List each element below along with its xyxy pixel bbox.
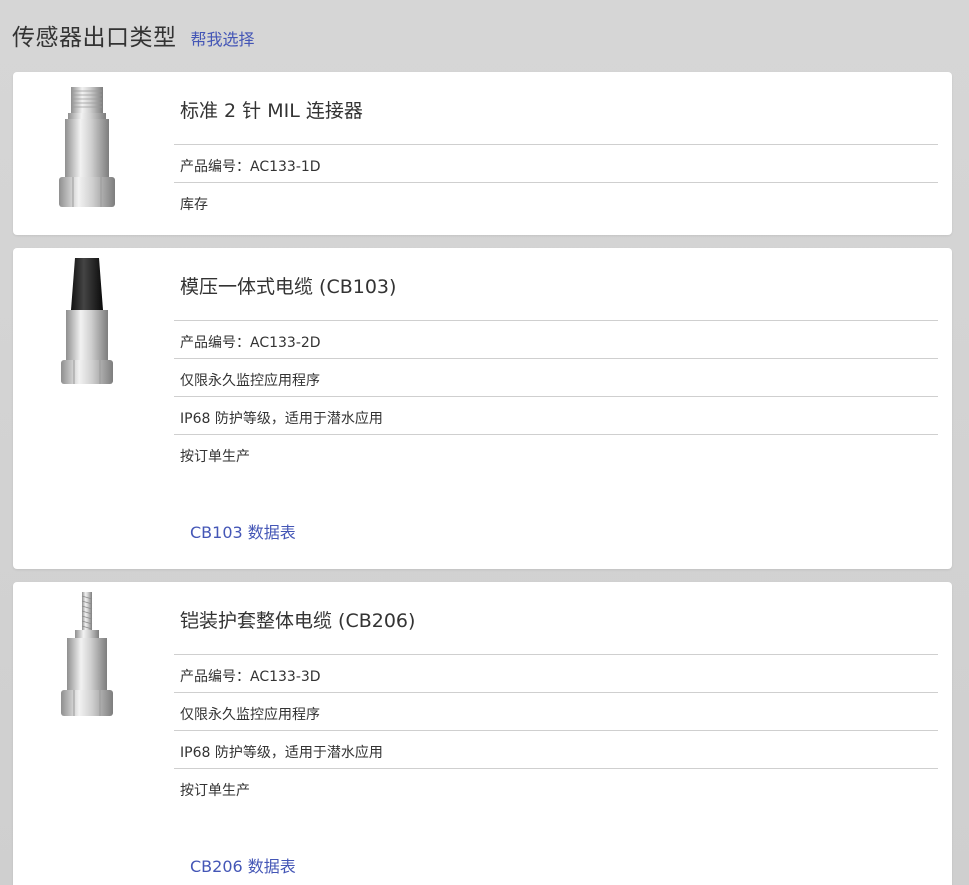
product-details: 标准 2 针 MIL 连接器 产品编号：AC133-1D 库存 (174, 72, 938, 221)
product-card-armored-cable[interactable]: 铠装护套整体电缆 (CB206) 产品编号：AC133-3D 仅限永久监控应用程… (13, 582, 952, 885)
help-me-choose-link[interactable]: 帮我选择 (191, 26, 255, 50)
product-availability: 库存 (180, 197, 208, 213)
sensor-mil-connector-icon (59, 87, 115, 207)
product-part-number: 产品编号：AC133-1D (174, 145, 938, 183)
sensor-molded-cable-icon (61, 258, 113, 384)
section-title: 传感器出口类型 (12, 25, 177, 51)
product-title: 铠装护套整体电缆 (CB206) (174, 582, 938, 655)
section-header: 传感器出口类型 帮我选择 (12, 18, 255, 52)
product-part-number: 产品编号：AC133-2D (174, 321, 938, 359)
page: 传感器出口类型 帮我选择 标准 2 针 MIL 连接器 产品编号：AC133-1… (0, 0, 969, 885)
product-availability: 按订单生产 (180, 783, 250, 799)
product-details: 铠装护套整体电缆 (CB206) 产品编号：AC133-3D 仅限永久监控应用程… (174, 582, 938, 807)
product-attribute: 仅限永久监控应用程序 (174, 359, 938, 397)
product-details: 模压一体式电缆 (CB103) 产品编号：AC133-2D 仅限永久监控应用程序… (174, 248, 938, 473)
datasheet-link-cb103[interactable]: CB103 数据表 (190, 519, 296, 543)
product-attribute: IP68 防护等级，适用于潜水应用 (174, 731, 938, 769)
product-attribute: IP68 防护等级，适用于潜水应用 (174, 397, 938, 435)
product-title: 模压一体式电缆 (CB103) (174, 248, 938, 321)
product-card-mil-connector[interactable]: 标准 2 针 MIL 连接器 产品编号：AC133-1D 库存 (13, 72, 952, 235)
datasheet-link-cb206[interactable]: CB206 数据表 (190, 853, 296, 877)
product-attribute: 仅限永久监控应用程序 (174, 693, 938, 731)
sensor-armored-cable-icon (61, 592, 113, 716)
product-part-number: 产品编号：AC133-3D (174, 655, 938, 693)
product-title: 标准 2 针 MIL 连接器 (174, 72, 938, 145)
product-availability: 按订单生产 (180, 449, 250, 465)
product-card-molded-cable[interactable]: 模压一体式电缆 (CB103) 产品编号：AC133-2D 仅限永久监控应用程序… (13, 248, 952, 569)
